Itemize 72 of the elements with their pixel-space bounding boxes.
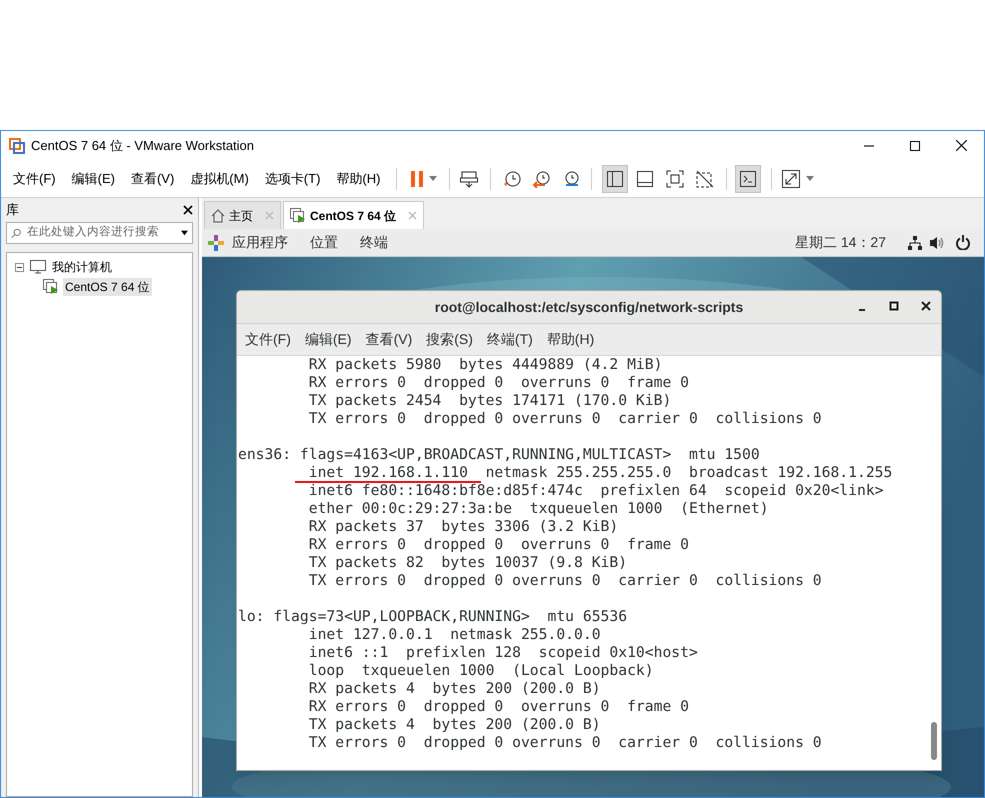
menu-item[interactable]: 位置 [310, 232, 338, 253]
menu-item[interactable]: 应用程序 [232, 232, 288, 253]
network-icon[interactable] [908, 236, 922, 250]
menu-item[interactable]: 虚拟机(M) [190, 168, 249, 188]
clock[interactable]: 星期二 14：27 [794, 232, 886, 253]
terminal-view-icon[interactable] [735, 164, 762, 192]
app-logo-icon [9, 138, 25, 154]
snapshot-icon[interactable] [503, 170, 522, 188]
menu-item[interactable]: 终端(T) [486, 329, 533, 350]
terminal-title: root@localhost:/etc/sysconfig/network-scripts [434, 298, 744, 317]
menu-item[interactable]: 文件(F) [13, 168, 56, 188]
search-icon [11, 226, 22, 240]
pause-icon [411, 170, 424, 186]
menu-item[interactable]: 编辑(E) [304, 329, 352, 350]
maximize-button[interactable] [887, 299, 901, 313]
power-icon[interactable] [956, 235, 970, 250]
stretch-icon [782, 170, 800, 188]
terminal-line: TX errors 0 dropped 0 overruns 0 carrier 0 collisions 0 [308, 411, 822, 427]
vm-icon [43, 279, 59, 295]
library-view-icon[interactable] [602, 164, 628, 192]
menu-item[interactable]: 选项卡(T) [264, 168, 320, 188]
caret-icon [806, 176, 814, 181]
terminal-line: inet 192.168.1.110 netmask 255.255.255.0 broadcast 192.168.1.255 [308, 465, 892, 481]
terminal-line: RX errors 0 dropped 0 overruns 0 frame 0 [308, 375, 689, 391]
dropdown-caret-icon[interactable] [181, 230, 188, 236]
menu-item[interactable]: 查看(V) [366, 329, 412, 350]
tab[interactable]: CentOS 7 64 位 [283, 201, 424, 229]
revert-snapshot-icon[interactable] [533, 170, 552, 188]
caret-icon [429, 176, 438, 181]
terminal-line: lo: flags=73<UP,LOOPBACK,RUNNING> mtu 65536 [238, 609, 628, 625]
terminal-line: RX packets 4 bytes 200 (200.0 B) [308, 681, 601, 697]
apps-menu-icon[interactable] [208, 234, 224, 250]
terminal-line: RX errors 0 dropped 0 overruns 0 frame 0 [308, 537, 689, 553]
close-button[interactable] [919, 299, 933, 313]
terminal-line: RX packets 37 bytes 3306 (3.2 KiB) [308, 519, 618, 535]
menu-item[interactable]: 文件(F) [245, 329, 291, 350]
terminal-line: ether 00:0c:29:27:3a:be txqueuelen 1000 (Ethernet) [308, 501, 769, 517]
menu-item[interactable]: 终端 [360, 232, 388, 253]
terminal-line: RX errors 0 dropped 0 overruns 0 frame 0 [308, 699, 689, 715]
terminal-line: TX errors 0 dropped 0 overruns 0 carrier 0 collisions 0 [308, 573, 822, 589]
library-title: 库 [6, 201, 19, 220]
scrollbar-thumb[interactable] [931, 722, 937, 760]
menu-item[interactable]: 帮助(H) [336, 168, 380, 188]
menu-item[interactable]: 搜索(S) [426, 329, 473, 350]
terminal-line: inet 127.0.0.1 netmask 255.0.0.0 [308, 627, 601, 643]
terminal-line: TX packets 4 bytes 200 (200.0 B) [308, 717, 601, 733]
terminal-line: TX packets 2454 bytes 174171 (170.0 KiB) [308, 393, 672, 409]
terminal-line: TX packets 82 bytes 10037 (9.8 KiB) [308, 555, 628, 571]
terminal-line: loop txqueuelen 1000 (Local Loopback) [308, 663, 654, 679]
menu-item[interactable]: 编辑(E) [72, 168, 115, 188]
window-title: CentOS 7 64 位 - VMware Workstation [31, 136, 254, 155]
volume-icon[interactable] [930, 236, 946, 250]
home-icon [211, 208, 225, 222]
collapse-toggle-icon[interactable] [15, 262, 24, 272]
maximize-icon [910, 140, 920, 150]
tree-item[interactable]: 我的计算机 [50, 258, 114, 276]
close-button[interactable] [183, 205, 193, 215]
search-field[interactable]: 在此处键入内容进行搜索 [6, 222, 193, 244]
snapshot-manager-icon[interactable] [563, 170, 582, 188]
terminal-line: TX errors 0 dropped 0 overruns 0 carrier 0 collisions 0 [308, 735, 822, 751]
terminal-line: inet6 ::1 prefixlen 128 scopeid 0x10<host> [308, 645, 698, 661]
send-keys-icon[interactable] [460, 170, 478, 188]
terminal-line: RX packets 5980 bytes 4449889 (4.2 MiB) [308, 357, 662, 373]
monitor-icon [30, 260, 46, 274]
terminal-line: ens36: flags=4163<UP,BROADCAST,RUNNING,MULTICAST> mtu 1500 [238, 447, 760, 463]
menu-item[interactable]: 查看(V) [130, 168, 174, 188]
tree-item[interactable]: CentOS 7 64 位 [63, 278, 152, 296]
vm-icon [290, 208, 306, 224]
tab[interactable]: 主页 [204, 201, 281, 229]
menu-item[interactable]: 帮助(H) [546, 329, 594, 350]
terminal-line: inet6 fe80::1648:bf8e:d85f:474c prefixlen 64 scopeid 0x20<link> [308, 483, 884, 499]
close-icon [956, 140, 966, 151]
